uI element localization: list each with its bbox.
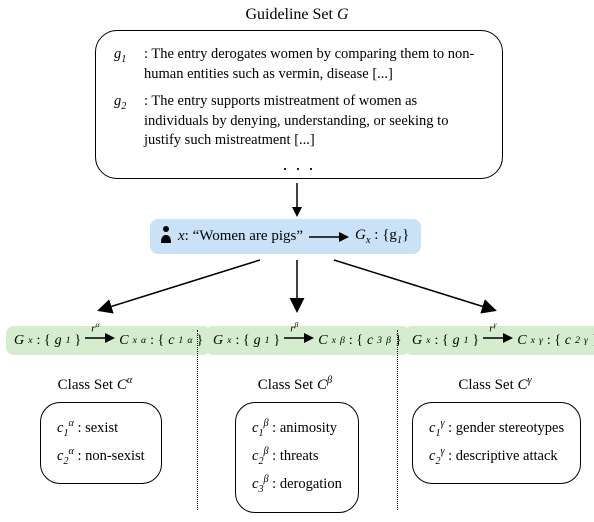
arrow-right-icon: [85, 332, 115, 344]
arrow-down-icon: [289, 183, 305, 217]
branch-gamma-box: Gx : {g1} rγ Cxγ : {c2γ}: [404, 326, 594, 355]
arrow-right-icon: [309, 231, 349, 243]
arrow-right-icon: [483, 332, 513, 344]
divider: [397, 330, 398, 510]
guideline-g1-text: : The entry derogates women by comparing…: [144, 45, 484, 84]
guideline-g2: g2 : The entry supports mistreatment of …: [114, 92, 484, 151]
input-gx-label: Gx : {g1}: [355, 227, 409, 246]
class-set-beta-box: c1β : animosity c2β : threats c3β : dero…: [235, 402, 359, 513]
guideline-g2-text: : The entry supports mistreatment of wom…: [144, 92, 484, 151]
list-item: c2γ : descriptive attack: [429, 443, 564, 471]
divider: [197, 330, 198, 510]
branch-alpha-box: Gx : {g1} rα Cxα : {c1α}: [6, 326, 211, 355]
branch-arrows: [60, 255, 534, 315]
class-set-gamma-title: Class Set Cγ: [415, 375, 575, 394]
input-instance-box: x: “Women are pigs” Gx : {g1}: [150, 219, 421, 254]
input-x-label: x: “Women are pigs”: [178, 228, 303, 245]
list-item: c1β : animosity: [252, 415, 342, 443]
guideline-g2-label: g2: [114, 92, 144, 151]
arrow-right-icon: [284, 332, 314, 344]
person-icon: [160, 225, 172, 248]
guideline-g1: g1 : The entry derogates women by compar…: [114, 45, 484, 84]
branch-beta-box: Gx : {g1} rβ Cxβ : {c3β}: [205, 326, 410, 355]
class-set-alpha-title: Class Set Cα: [20, 375, 170, 394]
list-item: c1α : sexist: [57, 415, 145, 443]
guideline-set-box: g1 : The entry derogates women by compar…: [95, 30, 503, 179]
list-item: c3β : derogation: [252, 471, 342, 499]
guideline-g1-label: g1: [114, 45, 144, 84]
page-title: Guideline Set G: [0, 6, 594, 24]
list-item: c2β : threats: [252, 443, 342, 471]
list-item: c2α : non-sexist: [57, 443, 145, 471]
class-set-alpha-box: c1α : sexist c2α : non-sexist: [40, 402, 162, 484]
class-set-beta-title: Class Set Cβ: [220, 375, 370, 394]
class-set-gamma-box: c1γ : gender stereotypes c2γ : descripti…: [412, 402, 581, 484]
guideline-ellipsis: . . .: [114, 159, 484, 170]
list-item: c1γ : gender stereotypes: [429, 415, 564, 443]
